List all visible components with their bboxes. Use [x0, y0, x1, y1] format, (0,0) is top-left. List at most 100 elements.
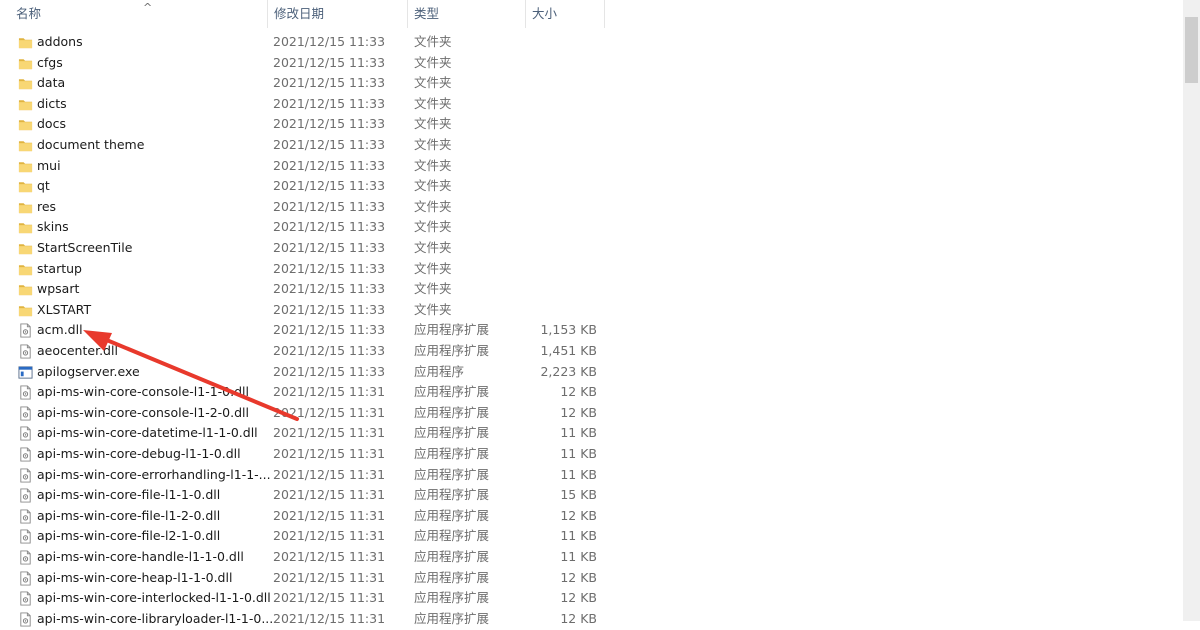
- file-name: document theme: [37, 137, 145, 152]
- file-type: 文件夹: [414, 116, 452, 132]
- column-header-type[interactable]: 类型: [408, 0, 526, 28]
- column-header-name[interactable]: 名称 ^: [10, 0, 268, 28]
- file-modified-date: 2021/12/15 11:33: [273, 116, 386, 132]
- dll-file-icon: [18, 323, 33, 338]
- file-type: 应用程序扩展: [414, 507, 490, 523]
- file-size: 12 KB: [560, 384, 597, 400]
- file-row[interactable]: XLSTART 2021/12/15 11:33 文件夹: [0, 300, 620, 321]
- file-size: 1,153 KB: [540, 322, 597, 338]
- file-type: 文件夹: [414, 219, 452, 235]
- file-type: 文件夹: [414, 178, 452, 194]
- file-modified-date: 2021/12/15 11:33: [273, 301, 386, 317]
- file-row[interactable]: startup 2021/12/15 11:33 文件夹: [0, 259, 620, 280]
- file-row[interactable]: api-ms-win-core-datetime-l1-1-0.dll 2021/…: [0, 423, 620, 444]
- file-row[interactable]: acm.dll 2021/12/15 11:33 应用程序扩展 1,153 KB: [0, 320, 620, 341]
- file-type: 文件夹: [414, 198, 452, 214]
- file-modified-date: 2021/12/15 11:33: [273, 322, 386, 338]
- file-modified-date: 2021/12/15 11:33: [273, 240, 386, 255]
- exe-file-icon: [18, 365, 33, 380]
- dll-file-icon: [18, 550, 33, 565]
- file-type: 应用程序: [414, 363, 465, 379]
- file-modified-date: 2021/12/15 11:33: [273, 95, 386, 111]
- dll-file-icon: [18, 344, 33, 359]
- file-modified-date: 2021/12/15 11:31: [273, 507, 386, 523]
- file-row[interactable]: aeocenter.dll 2021/12/15 11:33 应用程序扩展 1,451…: [0, 341, 620, 362]
- file-size: [520, 114, 597, 135]
- file-name: api-ms-win-core-heap-l1-1-0.dll: [37, 569, 233, 585]
- file-row[interactable]: cfgs 2021/12/15 11:33 文件夹: [0, 53, 620, 74]
- dll-file-icon: [18, 509, 33, 524]
- file-name: api-ms-win-core-console-l1-1-0.dll: [37, 384, 249, 400]
- file-row[interactable]: data 2021/12/15 11:33 文件夹: [0, 73, 620, 94]
- file-row[interactable]: apilogserver.exe 2021/12/15 11:33 应用程序 2,22…: [0, 362, 620, 383]
- file-name: res: [37, 198, 57, 214]
- file-modified-date: 2021/12/15 11:33: [273, 137, 386, 152]
- sort-caret-icon: ^: [143, 1, 153, 14]
- dll-file-icon: [18, 612, 33, 627]
- scrollbar-thumb[interactable]: [1185, 17, 1198, 83]
- file-modified-date: 2021/12/15 11:31: [273, 610, 386, 626]
- file-name: api-ms-win-core-errorhandling-l1-1-...: [37, 466, 271, 482]
- file-row[interactable]: api-ms-win-core-errorhandling-l1-1-... 20…: [0, 465, 620, 486]
- file-row[interactable]: api-ms-win-core-debug-l1-1-0.dll 2021/12/…: [0, 444, 620, 465]
- dll-file-icon: [18, 571, 33, 586]
- column-header-size[interactable]: 大小: [526, 0, 605, 28]
- file-size: [520, 197, 597, 218]
- file-row[interactable]: docs 2021/12/15 11:33 文件夹: [0, 114, 620, 135]
- file-row[interactable]: api-ms-win-core-console-l1-1-0.dll 2021/1…: [0, 382, 620, 403]
- file-modified-date: 2021/12/15 11:31: [273, 446, 386, 461]
- file-row[interactable]: wpsart 2021/12/15 11:33 文件夹: [0, 279, 620, 300]
- file-row[interactable]: api-ms-win-core-handle-l1-1-0.dll 2021/12…: [0, 547, 620, 568]
- file-row[interactable]: StartScreenTile 2021/12/15 11:33 文件夹: [0, 238, 620, 259]
- folder-icon: [18, 76, 33, 91]
- file-modified-date: 2021/12/15 11:31: [273, 569, 386, 585]
- file-size: 12 KB: [560, 507, 597, 523]
- file-row[interactable]: api-ms-win-core-file-l2-1-0.dll 2021/12/1…: [0, 526, 620, 547]
- file-modified-date: 2021/12/15 11:31: [273, 404, 386, 420]
- file-type: 应用程序扩展: [414, 446, 490, 461]
- file-name: dicts: [37, 95, 67, 111]
- dll-file-icon: [18, 591, 33, 606]
- dll-file-icon: [18, 468, 33, 483]
- file-name: api-ms-win-core-libraryloader-l1-1-0...: [37, 610, 274, 626]
- file-row[interactable]: skins 2021/12/15 11:33 文件夹: [0, 217, 620, 238]
- file-row[interactable]: addons 2021/12/15 11:33 文件夹: [0, 32, 620, 53]
- file-name: api-ms-win-core-file-l2-1-0.dll: [37, 528, 221, 544]
- column-header-size-label: 大小: [532, 6, 558, 21]
- file-type: 应用程序扩展: [414, 528, 490, 544]
- file-name: api-ms-win-core-datetime-l1-1-0.dll: [37, 425, 258, 441]
- file-row[interactable]: document theme 2021/12/15 11:33 文件夹: [0, 135, 620, 156]
- file-size: [520, 156, 597, 177]
- file-row[interactable]: api-ms-win-core-file-l1-1-0.dll 2021/12/1…: [0, 485, 620, 506]
- file-row[interactable]: api-ms-win-core-file-l1-2-0.dll 2021/12/1…: [0, 506, 620, 527]
- file-type: 文件夹: [414, 137, 452, 152]
- column-header-date[interactable]: 修改日期: [268, 0, 408, 28]
- folder-icon: [18, 56, 33, 71]
- file-modified-date: 2021/12/15 11:31: [273, 590, 386, 606]
- file-name: acm.dll: [37, 322, 83, 338]
- file-modified-date: 2021/12/15 11:33: [273, 75, 386, 91]
- file-name: apilogserver.exe: [37, 363, 140, 379]
- file-modified-date: 2021/12/15 11:33: [273, 54, 386, 70]
- file-size: [520, 53, 597, 74]
- file-row[interactable]: api-ms-win-core-interlocked-l1-1-0.dll 20…: [0, 588, 620, 609]
- file-row[interactable]: api-ms-win-core-libraryloader-l1-1-0... 2…: [0, 609, 620, 630]
- file-modified-date: 2021/12/15 11:33: [273, 343, 386, 358]
- folder-icon: [18, 35, 33, 50]
- file-size: [520, 94, 597, 115]
- file-row[interactable]: mui 2021/12/15 11:33 文件夹: [0, 156, 620, 177]
- file-row[interactable]: qt 2021/12/15 11:33 文件夹: [0, 176, 620, 197]
- file-row[interactable]: api-ms-win-core-console-l1-2-0.dll 2021/1…: [0, 403, 620, 424]
- file-size: [520, 135, 597, 156]
- file-type: 文件夹: [414, 157, 452, 173]
- file-type: 文件夹: [414, 240, 452, 255]
- vertical-scrollbar[interactable]: [1183, 0, 1200, 621]
- file-name: data: [37, 75, 66, 91]
- file-row[interactable]: res 2021/12/15 11:33 文件夹: [0, 197, 620, 218]
- dll-file-icon: [18, 406, 33, 421]
- file-row[interactable]: api-ms-win-core-heap-l1-1-0.dll 2021/12/1…: [0, 568, 620, 589]
- file-name: api-ms-win-core-file-l1-1-0.dll: [37, 487, 221, 503]
- file-size: 1,451 KB: [540, 343, 597, 358]
- file-type: 文件夹: [414, 301, 452, 317]
- file-row[interactable]: dicts 2021/12/15 11:33 文件夹: [0, 94, 620, 115]
